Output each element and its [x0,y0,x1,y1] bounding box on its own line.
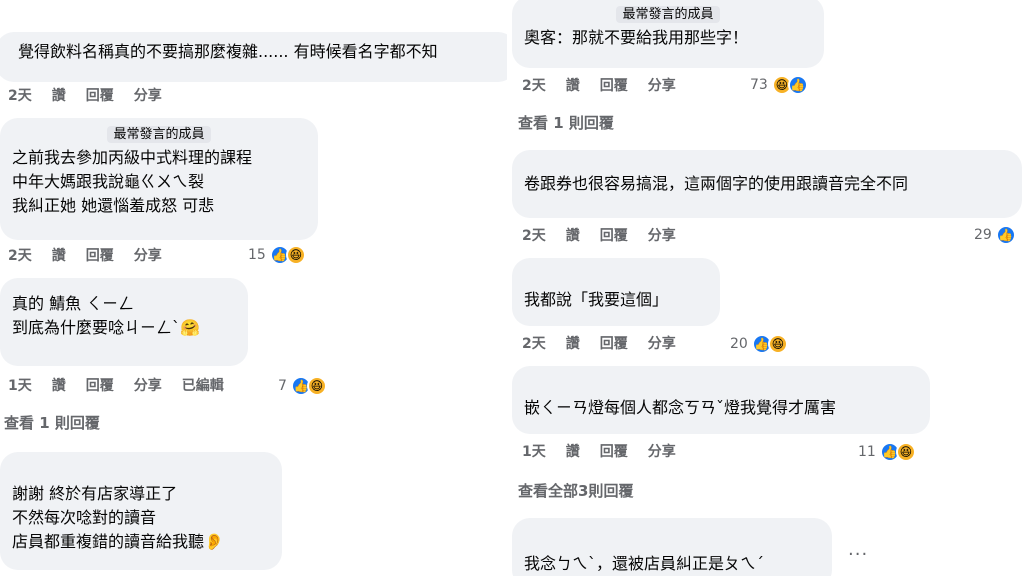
laughing-face-icon: 😆 [306,376,327,396]
comment-time: 2天 [522,78,546,94]
reply-button[interactable]: 回覆 [600,228,628,244]
comment-text: 真的 鯖魚 ㄑㄧㄥ 到底為什麼要唸ㄐㄧㄥˋ🤗 [12,294,200,337]
comment-text: 我念ㄅㄟˋ，還被店員糾正是ㄆㄟˊ [524,554,765,573]
share-button[interactable]: 分享 [648,78,676,94]
comment-time: 2天 [8,88,32,104]
right-comment-thread: 最常發言的成員 奧客：那就不要給我用那些字！ 2天讚回覆 分享 73 😆 👍 查看 … [512,0,1024,576]
comment-bubble: 我念ㄅㄟˋ，還被店員糾正是ㄆㄟˊ [512,518,832,576]
reply-button[interactable]: 回覆 [86,88,114,104]
share-button[interactable]: 分享 [648,444,676,460]
reply-button[interactable]: 回覆 [86,378,114,394]
reaction-summary[interactable]: 29 👍 [974,224,1016,246]
left-comment-thread: 覺得飲料名稱真的不要搞那麼複雜...... 有時候看名字都不知 2天讚回覆 分享 … [0,0,508,576]
comment-actions: 1天 讚 回覆 分享 已編輯 [8,376,244,396]
reaction-summary[interactable]: 7 👍 😆 [278,375,327,397]
reply-button[interactable]: 回覆 [600,78,628,94]
comment-time: 2天 [522,228,546,244]
comment-actions: 2天 讚 回覆 分享 [522,226,696,246]
laughing-face-icon: 😆 [767,334,788,354]
share-button[interactable]: 分享 [134,378,162,394]
like-button[interactable]: 讚 [566,336,580,352]
like-button[interactable]: 讚 [52,88,66,104]
top-contributor-badge: 最常發言的成員 [12,126,306,144]
reply-button[interactable]: 回覆 [86,248,114,264]
edited-label: 已編輯 [181,378,224,394]
comment-bubble: 我都說「我要這個」 [512,258,720,326]
laughing-face-icon: 😆 [285,245,306,265]
comment-actions: 2天 讚 回覆 分享 [8,246,182,266]
comment-time: 1天 [522,444,546,460]
reply-button[interactable]: 回覆 [600,444,628,460]
comment-bubble: 真的 鯖魚 ㄑㄧㄥ 到底為什麼要唸ㄐㄧㄥˋ🤗 [0,278,248,366]
reaction-count: 73 [750,77,768,93]
reaction-summary[interactable]: 11 👍 😆 [858,441,916,463]
reaction-count: 29 [974,227,992,243]
like-button[interactable]: 讚 [566,228,580,244]
reaction-summary[interactable]: 20 👍 😆 [730,333,788,355]
comment-actions: 2天 讚 回覆 分享 [8,86,182,106]
comment-time: 2天 [8,248,32,264]
reaction-count: 7 [278,378,287,394]
comment-text: 奧客：那就不要給我用那些字！ [524,28,749,47]
comment-bubble: 覺得飲料名稱真的不要搞那麼複雜...... 有時候看名字都不知 [0,32,508,82]
like-button[interactable]: 讚 [52,378,66,394]
laughing-face-icon: 😆 [895,442,916,462]
comment-text: 覺得飲料名稱真的不要搞那麼複雜...... 有時候看名字都不知 [18,42,438,61]
comment-text: 謝謝 終於有店家導正了 不然每次唸對的讀音 店員都重複錯的讀音給我聽👂 [12,484,224,551]
comment-actions: 2天 讚 回覆 分享 [522,76,696,96]
view-replies-link[interactable]: 查看 1 則回覆 [518,112,614,133]
reply-button[interactable]: 回覆 [600,336,628,352]
reaction-count: 20 [730,336,748,352]
more-options-button[interactable]: ··· [848,544,868,565]
comment-bubble: 卷跟券也很容易搞混，這兩個字的使用跟讀音完全不同 [512,150,1022,218]
reaction-summary[interactable]: 15 👍 😆 [248,244,306,266]
share-button[interactable]: 分享 [134,88,162,104]
like-button[interactable]: 讚 [566,444,580,460]
comment-text: 嵌ㄑㄧㄢ燈每個人都念ㄎㄢˇ燈我覺得才厲害 [524,398,837,417]
comment-text: 我都說「我要這個」 [524,290,669,309]
like-button[interactable]: 讚 [52,248,66,264]
thumbs-up-icon: 👍 [995,225,1016,245]
comment-text: 之前我去參加丙級中式料理的課程 中年大媽跟我說龜ㄍㄨㄟ裂 我糾正她 她還惱羞成怒… [12,148,253,215]
top-contributor-badge: 最常發言的成員 [524,6,812,24]
share-button[interactable]: 分享 [648,336,676,352]
comment-actions: 1天 讚 回覆 分享 [522,442,696,462]
reaction-count: 15 [248,247,266,263]
view-replies-link[interactable]: 查看 1 則回覆 [4,412,100,433]
view-replies-link[interactable]: 查看全部3則回覆 [518,480,633,501]
share-button[interactable]: 分享 [134,248,162,264]
comment-time: 2天 [522,336,546,352]
like-button[interactable]: 讚 [566,78,580,94]
comment-bubble: 謝謝 終於有店家導正了 不然每次唸對的讀音 店員都重複錯的讀音給我聽👂 [0,452,282,570]
reaction-summary[interactable]: 73 😆 👍 [750,74,808,96]
comment-actions: 2天 讚 回覆 分享 [522,334,696,354]
comment-text: 卷跟券也很容易搞混，這兩個字的使用跟讀音完全不同 [524,174,909,193]
thumbs-up-icon: 👍 [787,75,808,95]
comment-bubble: 最常發言的成員 之前我去參加丙級中式料理的課程 中年大媽跟我說龜ㄍㄨㄟ裂 我糾正… [0,118,318,240]
comment-bubble: 嵌ㄑㄧㄢ燈每個人都念ㄎㄢˇ燈我覺得才厲害 [512,366,930,434]
reaction-count: 11 [858,444,876,460]
comment-time: 1天 [8,378,32,394]
share-button[interactable]: 分享 [648,228,676,244]
comment-bubble: 最常發言的成員 奧客：那就不要給我用那些字！ [512,0,824,68]
